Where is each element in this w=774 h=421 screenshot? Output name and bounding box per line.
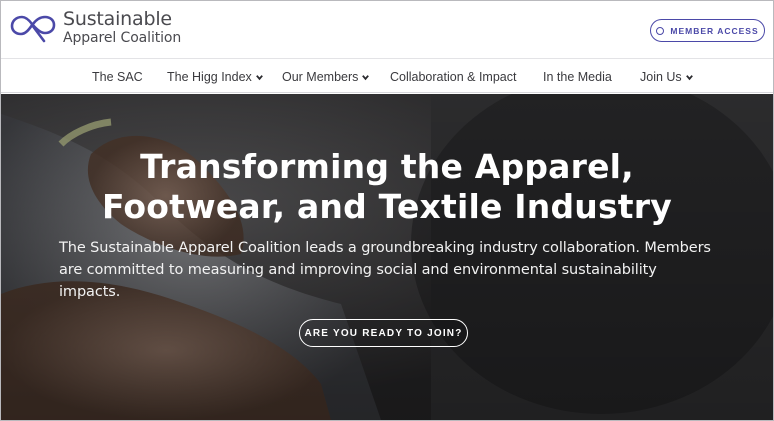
join-cta-button[interactable]: ARE YOU READY TO JOIN?: [299, 319, 468, 347]
nav-label: In the Media: [543, 70, 612, 84]
nav-label: The Higg Index: [167, 70, 252, 84]
site-header: Sustainable Apparel Coalition MEMBER ACC…: [1, 1, 773, 59]
nav-item-higg-index[interactable]: The Higg Index: [167, 68, 264, 86]
nav-label: Collaboration & Impact: [390, 70, 517, 84]
nav-item-join-us[interactable]: Join Us: [640, 68, 694, 86]
main-nav: The SAC The Higg Index Our Members Colla…: [1, 59, 773, 93]
page-frame: Sustainable Apparel Coalition MEMBER ACC…: [0, 0, 774, 421]
nav-label: Our Members: [282, 70, 359, 84]
logo-line-1: Sustainable: [63, 8, 172, 30]
nav-item-the-sac[interactable]: The SAC: [92, 68, 143, 86]
chevron-down-icon: [685, 74, 693, 80]
chevron-down-icon: [255, 74, 263, 80]
hero-title-line-2: Footwear, and Textile Industry: [102, 187, 672, 226]
site-logo[interactable]: Sustainable Apparel Coalition: [10, 10, 190, 50]
chevron-down-icon: [362, 74, 370, 80]
hero-section: Transforming the Apparel, Footwear, and …: [1, 94, 773, 420]
nav-item-our-members[interactable]: Our Members: [282, 68, 370, 86]
hero-title-line-1: Transforming the Apparel,: [140, 147, 634, 186]
logo-wordmark: Sustainable Apparel Coalition: [63, 8, 182, 46]
member-access-label: MEMBER ACCESS: [670, 25, 759, 36]
member-access-button[interactable]: MEMBER ACCESS: [650, 19, 765, 42]
hero-title: Transforming the Apparel, Footwear, and …: [1, 147, 773, 227]
circle-icon: [656, 26, 665, 35]
nav-label: The SAC: [92, 70, 143, 84]
infinity-loop-icon: [10, 15, 56, 43]
nav-item-collaboration-impact[interactable]: Collaboration & Impact: [390, 68, 516, 86]
logo-line-2: Apparel Coalition: [63, 30, 182, 46]
nav-label: Join Us: [640, 70, 682, 84]
nav-item-in-the-media[interactable]: In the Media: [543, 68, 612, 86]
hero-subtitle: The Sustainable Apparel Coalition leads …: [59, 240, 711, 300]
